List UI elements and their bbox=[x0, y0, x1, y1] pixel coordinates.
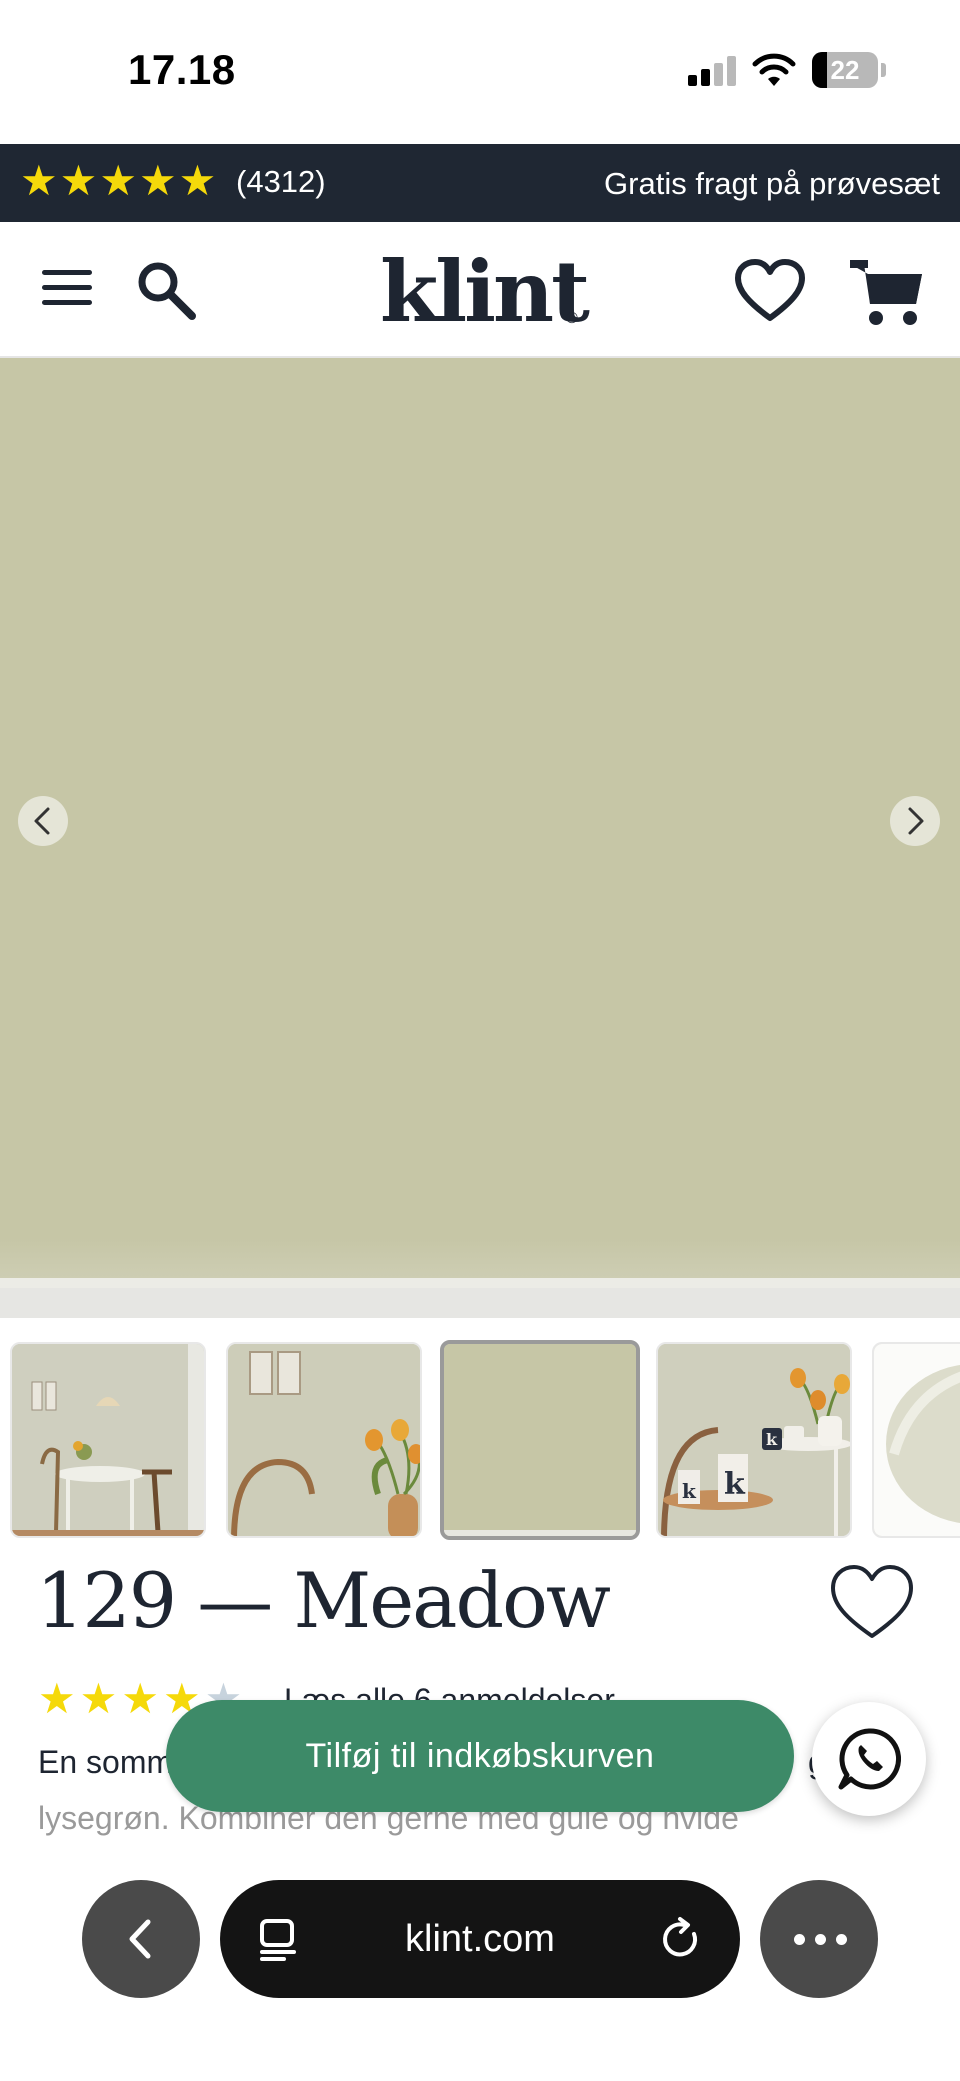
wall-shade bbox=[0, 1238, 960, 1278]
klint-logo[interactable]: klint bbox=[380, 242, 590, 342]
star-icon: ★ bbox=[20, 157, 58, 204]
chevron-left-icon bbox=[34, 807, 50, 835]
carousel-prev-button[interactable] bbox=[18, 796, 68, 846]
star-icon: ★ bbox=[59, 157, 98, 204]
free-shipping-text: Gratis fragt på prøvesæt bbox=[604, 166, 940, 201]
registered-mark: ® bbox=[566, 310, 578, 327]
menu-icon[interactable] bbox=[42, 268, 94, 308]
browser-back-button[interactable] bbox=[82, 1880, 200, 1998]
whatsapp-chat-button[interactable] bbox=[812, 1702, 926, 1816]
address-bar[interactable]: klint.com bbox=[220, 1880, 740, 1998]
hero-baseboard bbox=[0, 1278, 960, 1288]
thumbnail-1[interactable] bbox=[10, 1342, 206, 1538]
thumbnail-5[interactable] bbox=[872, 1342, 960, 1538]
promo-review-count[interactable]: (4312) bbox=[236, 164, 326, 200]
product-image-hero[interactable] bbox=[0, 358, 960, 1278]
heart-icon[interactable] bbox=[734, 256, 806, 328]
battery-level: 22 bbox=[830, 55, 860, 85]
star-icon: ★ bbox=[79, 1676, 118, 1722]
whatsapp-icon bbox=[838, 1728, 901, 1790]
star-icon: ★ bbox=[99, 157, 137, 204]
hero-floor bbox=[0, 1288, 960, 1318]
chevron-right-icon bbox=[908, 807, 924, 835]
star-icon: ★ bbox=[178, 157, 217, 204]
cart-icon[interactable] bbox=[846, 252, 926, 332]
add-to-cart-button[interactable]: Tilføj til indkøbskurven bbox=[166, 1700, 794, 1812]
favorite-heart-icon[interactable] bbox=[828, 1562, 916, 1642]
svg-text:k: k bbox=[724, 1467, 746, 1502]
promo-rating-stars: ★ ★ ★ ★ ★ bbox=[20, 160, 216, 202]
thumbnail-4[interactable]: k k k bbox=[656, 1342, 852, 1538]
promo-bar: ★ ★ ★ ★ ★ (4312) Gratis fragt på prøvesæ… bbox=[0, 144, 960, 222]
star-icon: ★ bbox=[38, 1676, 76, 1722]
carousel-next-button[interactable] bbox=[890, 796, 940, 846]
search-icon[interactable] bbox=[134, 258, 198, 322]
star-icon: ★ bbox=[121, 1676, 159, 1722]
status-time: 17.18 bbox=[128, 46, 236, 93]
cellular-signal-icon bbox=[688, 56, 738, 86]
battery-cap bbox=[881, 63, 886, 77]
product-title: 129 — Meadow bbox=[36, 1556, 611, 1645]
thumbnail-strip: k k k bbox=[0, 1338, 960, 1542]
wifi-icon bbox=[752, 53, 796, 86]
svg-text:k: k bbox=[766, 1430, 778, 1449]
svg-text:k: k bbox=[682, 1479, 697, 1503]
star-icon: ★ bbox=[138, 157, 177, 204]
description-line-1-start: En somm bbox=[38, 1744, 174, 1780]
status-bar: 17.18 22 bbox=[0, 0, 960, 144]
reload-icon[interactable] bbox=[658, 1916, 704, 1962]
thumbnail-3-selected[interactable] bbox=[440, 1340, 640, 1540]
browser-more-button[interactable] bbox=[760, 1880, 878, 1998]
more-icon bbox=[794, 1934, 847, 1945]
site-header: klint ® bbox=[0, 222, 960, 358]
chevron-left-icon bbox=[129, 1919, 151, 1959]
thumbnail-2[interactable] bbox=[226, 1342, 422, 1538]
battery-icon: 22 bbox=[812, 52, 878, 88]
